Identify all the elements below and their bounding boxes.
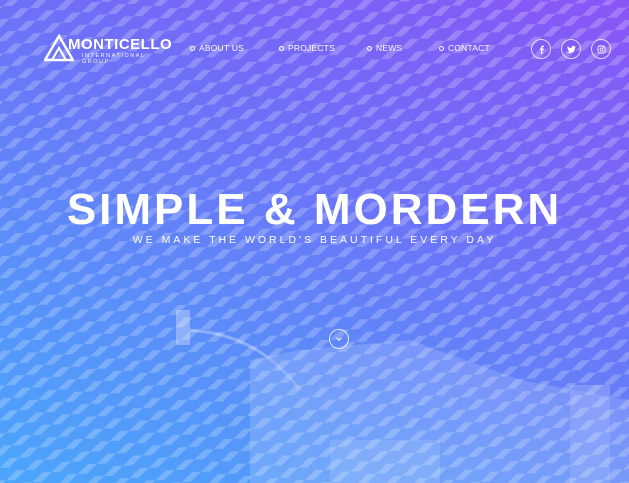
nav-label: PROJECTS [288, 43, 335, 53]
nav-about-us[interactable]: ABOUT US [190, 43, 244, 53]
scroll-down-button[interactable] [329, 329, 349, 349]
brand-tagline: INTERNATIONAL GROUP [82, 53, 146, 65]
facebook-button[interactable] [531, 39, 551, 59]
bullet-icon [279, 45, 284, 51]
hero-subtitle: WE MAKE THE WORLD'S BEAUTIFUL EVERY DAY [132, 234, 497, 246]
bullet-icon [439, 45, 444, 51]
chevron-down-icon [336, 337, 342, 342]
hero-section: MONTICELLO INTERNATIONAL GROUP ABOUT US … [0, 0, 629, 483]
nav-label: ABOUT US [199, 43, 244, 53]
nav-contact[interactable]: CONTACT [439, 43, 490, 53]
instagram-icon [597, 45, 605, 53]
bullet-icon [367, 45, 372, 51]
nav-projects[interactable]: PROJECTS [279, 43, 335, 53]
brand-name: MONTICELLO [68, 36, 173, 53]
nav-news[interactable]: NEWS [367, 43, 402, 53]
building-silhouette [176, 310, 629, 483]
twitter-button[interactable] [561, 39, 581, 59]
bullet-icon [190, 45, 195, 51]
facebook-icon [539, 45, 544, 54]
twitter-icon [566, 45, 576, 53]
nav-label: CONTACT [448, 43, 490, 53]
site-header: MONTICELLO INTERNATIONAL GROUP ABOUT US … [0, 0, 629, 100]
brand-logo[interactable]: MONTICELLO INTERNATIONAL GROUP [44, 34, 174, 65]
instagram-button[interactable] [591, 39, 611, 59]
hero-title: SIMPLE & MORDERN [66, 185, 563, 234]
nav-label: NEWS [376, 43, 403, 53]
